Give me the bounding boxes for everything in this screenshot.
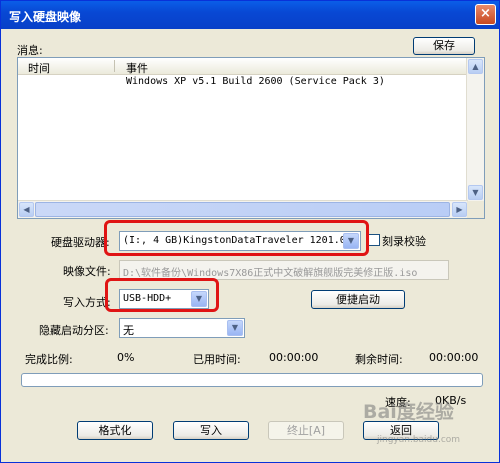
hidden-partition-select[interactable]: 无 ▼	[119, 318, 245, 338]
drive-highlight-box	[104, 220, 369, 256]
scroll-right-icon[interactable]: ▶	[452, 202, 467, 217]
watermark-logo: Bai度经验	[363, 401, 454, 423]
horizontal-scroll-thumb[interactable]	[35, 202, 450, 217]
elapsed-value: 00:00:00	[269, 351, 319, 364]
messages-label: 消息:	[17, 44, 43, 57]
log-column-event[interactable]: 事件	[126, 60, 148, 76]
scroll-up-icon[interactable]: ▲	[468, 59, 483, 74]
vertical-scrollbar[interactable]: ▲ ▼	[466, 58, 484, 201]
write-mode-label: 写入方式:	[63, 296, 111, 309]
log-row-event: Windows XP v5.1 Build 2600 (Service Pack…	[126, 76, 385, 87]
write-mode-highlight-box	[105, 278, 219, 312]
verify-checkbox[interactable]	[368, 234, 380, 246]
image-file-field[interactable]: D:\软件备份\Windows7X86正式中文破解旗舰版完美修正版.iso	[119, 260, 449, 280]
scroll-down-icon[interactable]: ▼	[468, 185, 483, 200]
column-separator[interactable]	[114, 60, 115, 72]
scroll-corner	[467, 201, 484, 218]
completed-value: 0%	[117, 351, 135, 364]
progress-bar	[21, 373, 483, 387]
window-title: 写入硬盘映像	[9, 10, 82, 24]
log-list[interactable]: 时间 事件 Windows XP v5.1 Build 2600 (Servic…	[17, 57, 485, 219]
dialog-window: 写入硬盘映像 × 消息: 保存 时间 事件 Windows XP v5.1 Bu…	[0, 0, 500, 463]
elapsed-label: 已用时间:	[193, 353, 241, 366]
horizontal-scrollbar[interactable]: ◀ ▶	[18, 200, 468, 218]
drive-label: 硬盘驱动器:	[51, 236, 110, 249]
hidden-partition-label: 隐藏启动分区:	[39, 324, 109, 337]
title-bar[interactable]: 写入硬盘映像 ×	[1, 1, 499, 29]
remaining-label: 剩余时间:	[355, 353, 403, 366]
abort-button[interactable]: 终止[A]	[268, 421, 344, 440]
write-button[interactable]: 写入	[173, 421, 249, 440]
hidden-partition-value: 无	[123, 324, 134, 337]
completed-label: 完成比例:	[25, 353, 73, 366]
save-button[interactable]: 保存	[413, 37, 475, 55]
remaining-value: 00:00:00	[429, 351, 479, 364]
scroll-left-icon[interactable]: ◀	[19, 202, 34, 217]
log-header: 时间 事件	[18, 58, 468, 75]
format-button[interactable]: 格式化	[77, 421, 153, 440]
verify-label[interactable]: 刻录校验	[382, 233, 426, 249]
close-button[interactable]: ×	[475, 4, 496, 25]
image-file-label: 映像文件:	[63, 265, 111, 278]
chevron-down-icon[interactable]: ▼	[227, 320, 243, 336]
watermark-url: jingyan.baidu.com	[377, 435, 461, 445]
quick-boot-button[interactable]: 便捷启动	[311, 290, 405, 309]
log-column-time[interactable]: 时间	[28, 60, 50, 76]
